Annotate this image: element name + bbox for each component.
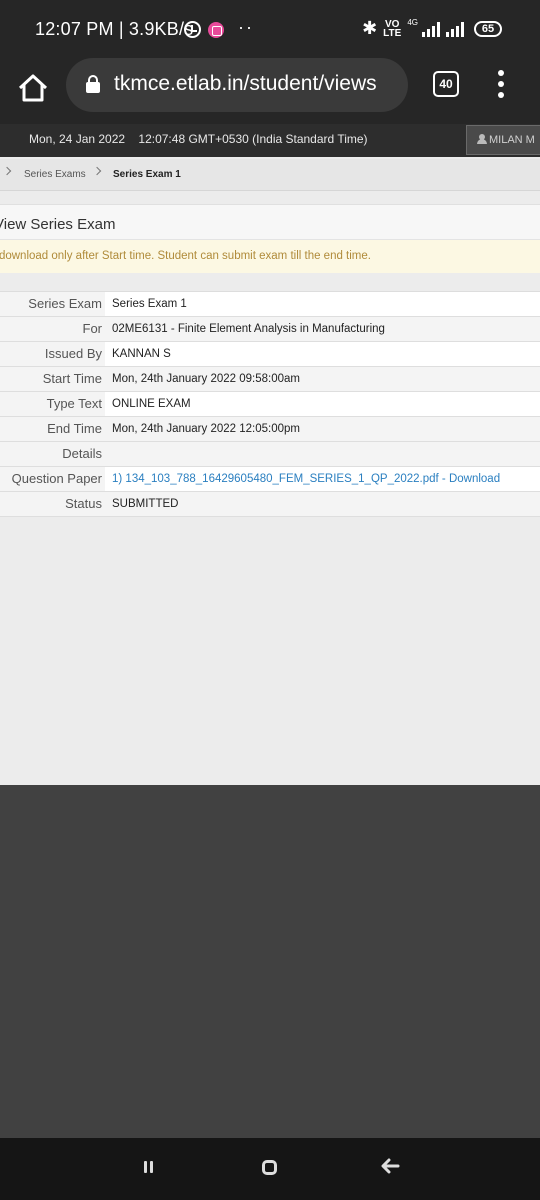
volte-badge: VO LTE	[383, 18, 402, 39]
more-vert-icon[interactable]	[494, 70, 508, 100]
row-label: End Time	[0, 417, 105, 441]
status-dots: ··	[238, 17, 254, 37]
breadcrumb-current: Series Exam 1	[113, 169, 181, 180]
table-row: For 02ME6131 - Finite Element Analysis i…	[0, 317, 540, 342]
question-paper-download-link[interactable]: 1) 134_103_788_16429605480_FEM_SERIES_1_…	[105, 467, 540, 491]
row-value: Series Exam 1	[105, 292, 540, 316]
panel-title: View Series Exam	[0, 204, 540, 240]
lock-icon	[86, 75, 100, 93]
row-label: Series Exam	[0, 292, 105, 316]
tabs-icon[interactable]: 40	[433, 71, 459, 97]
home-nav-icon[interactable]	[262, 1160, 277, 1175]
signal-icon	[422, 21, 440, 37]
table-row: Status SUBMITTED	[0, 492, 540, 517]
address-bar[interactable]: tkmce.etlab.in/student/views	[66, 58, 408, 112]
chevron-right-icon	[2, 166, 12, 176]
breadcrumb: Series Exams Series Exam 1	[0, 159, 540, 191]
signal-icon	[446, 21, 464, 37]
home-icon[interactable]	[16, 71, 50, 105]
row-value: ONLINE EXAM	[105, 392, 540, 416]
network-generation: 4G	[407, 18, 418, 27]
clock-icon	[184, 21, 201, 38]
notice-alert: Question can download only after Start t…	[0, 240, 540, 273]
bluetooth-icon: ✱	[362, 18, 378, 38]
status-time-speed: 12:07 PM | 3.9KB/s	[35, 19, 194, 39]
row-label: Status	[0, 492, 105, 516]
status-indicators: ✱ VO LTE 4G 65	[362, 18, 502, 39]
table-row: Series Exam Series Exam 1	[0, 292, 540, 317]
panel-title-text: View Series Exam	[0, 216, 116, 233]
row-value: 02ME6131 - Finite Element Analysis in Ma…	[105, 317, 540, 341]
row-label: Details	[0, 442, 105, 466]
user-menu-button[interactable]: MILAN M	[466, 125, 540, 155]
status-value: SUBMITTED	[105, 492, 540, 516]
chevron-right-icon	[92, 166, 102, 176]
current-datetime: Mon, 24 Jan 2022 12:07:48 GMT+0530 (Indi…	[29, 132, 368, 146]
row-label: For	[0, 317, 105, 341]
row-value	[105, 442, 540, 466]
notice-text: Question can download only after Start t…	[0, 250, 371, 262]
app-notification-icon	[208, 22, 224, 38]
status-bar: 12:07 PM | 3.9KB/s ·· ✱ VO LTE 4G 65	[0, 0, 540, 58]
user-name: MILAN M	[489, 134, 535, 146]
row-label: Type Text	[0, 392, 105, 416]
browser-toolbar: tkmce.etlab.in/student/views 40	[0, 58, 540, 124]
back-icon[interactable]	[380, 1158, 400, 1174]
row-label: Issued By	[0, 342, 105, 366]
row-value: Mon, 24th January 2022 12:05:00pm	[105, 417, 540, 441]
table-row: Start Time Mon, 24th January 2022 09:58:…	[0, 367, 540, 392]
system-navigation-bar	[0, 1138, 540, 1200]
row-value: KANNAN S	[105, 342, 540, 366]
table-row: Type Text ONLINE EXAM	[0, 392, 540, 417]
table-row: End Time Mon, 24th January 2022 12:05:00…	[0, 417, 540, 442]
battery-icon: 65	[474, 20, 502, 37]
url-text: tkmce.etlab.in/student/views	[114, 72, 377, 95]
row-value: Mon, 24th January 2022 09:58:00am	[105, 367, 540, 391]
web-page: Mon, 24 Jan 2022 12:07:48 GMT+0530 (Indi…	[0, 124, 540, 785]
row-label: Start Time	[0, 367, 105, 391]
exam-panel: View Series Exam Question can download o…	[0, 204, 540, 273]
table-row: Details	[0, 442, 540, 467]
recents-icon[interactable]	[144, 1161, 158, 1175]
table-row: Question Paper 1) 134_103_788_1642960548…	[0, 467, 540, 492]
breadcrumb-series-exams[interactable]: Series Exams	[24, 169, 86, 180]
site-topbar: Mon, 24 Jan 2022 12:07:48 GMT+0530 (Indi…	[0, 124, 540, 157]
user-icon	[477, 134, 487, 144]
exam-details-table: Series Exam Series Exam 1 For 02ME6131 -…	[0, 291, 540, 517]
row-label: Question Paper	[0, 467, 105, 491]
table-row: Issued By KANNAN S	[0, 342, 540, 367]
